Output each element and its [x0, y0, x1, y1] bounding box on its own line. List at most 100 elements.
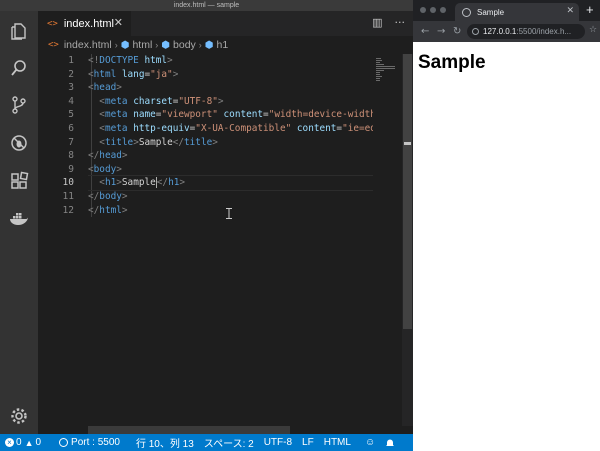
line-number: 4 — [68, 95, 74, 107]
extensions-icon[interactable] — [7, 169, 31, 193]
editor-tab-bar: <> index.html ✕ ▥ ··· — [38, 11, 413, 36]
line-number: 5 — [68, 109, 74, 121]
code-line[interactable]: <meta http-equiv="X-UA-Compatible" conte… — [88, 122, 373, 136]
encoding[interactable]: UTF-8 — [259, 434, 297, 451]
new-tab-button[interactable]: + — [586, 2, 594, 18]
end-of-line[interactable]: LF — [297, 434, 319, 451]
tab-index-html[interactable]: <> index.html ✕ — [38, 11, 131, 36]
code-token: meta — [104, 95, 128, 107]
files-icon[interactable] — [7, 19, 31, 43]
browser-viewport: Sample — [413, 42, 600, 451]
breadcrumb-item-html[interactable]: html — [132, 39, 152, 51]
docker-icon[interactable] — [7, 207, 31, 231]
close-icon[interactable]: ✕ — [566, 6, 574, 16]
element-icon: ⬢ — [161, 39, 171, 51]
line-number-gutter: 1 2 3 4 5 6 7 8 9 10 11 12 — [38, 54, 74, 217]
code-token: > — [121, 204, 128, 216]
notifications-bell-icon[interactable] — [380, 434, 400, 451]
element-icon: ⬢ — [204, 39, 214, 51]
window-minimize-button[interactable] — [430, 7, 436, 13]
code-token: head — [93, 82, 117, 94]
code-token: > — [116, 163, 122, 175]
code-token: > — [179, 177, 186, 189]
code-token: > — [167, 55, 173, 66]
code-line[interactable]: </body> — [88, 190, 373, 204]
window-close-button[interactable] — [420, 7, 426, 13]
code-line[interactable]: </head> — [88, 149, 373, 163]
minimap-line — [376, 62, 380, 63]
text-cursor-icon — [226, 208, 232, 219]
browser-tab-sample[interactable]: Sample ✕ — [455, 3, 579, 21]
code-editor[interactable]: 1 2 3 4 5 6 7 8 9 10 11 12 <!DOCTYPE html> <html lan… — [38, 54, 413, 426]
vertical-scrollbar[interactable] — [402, 54, 413, 426]
code-line[interactable]: <!DOCTYPE html> — [88, 54, 373, 68]
code-token: <! — [88, 55, 100, 66]
code-token: h1 — [168, 177, 180, 189]
line-number: 8 — [68, 150, 74, 162]
code-line[interactable]: <body> — [88, 163, 373, 177]
code-token: "X-UA-Compatible" — [195, 122, 292, 134]
code-token: > — [116, 82, 122, 94]
code-token: head — [99, 150, 122, 162]
reload-icon[interactable]: ↻ — [453, 26, 461, 38]
code-line[interactable]: <meta name="viewport" content="width=dev… — [88, 108, 373, 122]
code-token: > — [121, 150, 128, 162]
error-count: 0 — [16, 437, 22, 448]
code-token: meta — [104, 122, 128, 134]
gear-icon[interactable] — [7, 404, 31, 428]
forward-icon[interactable]: → — [437, 26, 445, 38]
code-token: "ja" — [150, 68, 173, 80]
code-line[interactable]: <html lang="ja"> — [88, 68, 373, 82]
code-token: lang — [121, 68, 145, 80]
minimap[interactable] — [374, 54, 402, 426]
code-line[interactable]: <h1>Sample</h1> — [88, 175, 373, 191]
code-token: > — [217, 95, 224, 107]
line-number: 7 — [68, 136, 74, 148]
breadcrumb-item-h1[interactable]: h1 — [217, 39, 229, 51]
window-zoom-button[interactable] — [440, 7, 446, 13]
browser-tab-title: Sample — [477, 7, 505, 17]
debug-icon[interactable] — [7, 131, 31, 155]
close-icon[interactable]: ✕ — [114, 17, 123, 29]
language-mode[interactable]: HTML — [319, 434, 356, 451]
live-server-port[interactable]: Port : 5500 — [54, 434, 125, 451]
feedback-smiley-icon[interactable]: ☺ — [360, 434, 380, 451]
breadcrumb: <> index.html › ⬢ html › ⬢ body › ⬢ h1 — [38, 36, 413, 54]
minimap-line — [376, 64, 385, 65]
cursor-position[interactable]: 行 10、列 13 — [131, 434, 199, 451]
back-icon[interactable]: ← — [421, 26, 429, 38]
scrollbar-thumb[interactable] — [403, 54, 412, 329]
code-token: "width=device-width, — [268, 109, 373, 121]
breadcrumb-item-body[interactable]: body — [173, 39, 196, 51]
code-token: title — [184, 136, 213, 148]
code-line[interactable]: <head> — [88, 81, 373, 95]
port-icon — [59, 438, 69, 447]
minimap-line — [376, 60, 382, 61]
code-line[interactable]: <title>Sample</title> — [88, 136, 373, 150]
problems-indicator[interactable]: × 0 ▲ 0 — [0, 434, 46, 451]
more-actions-icon[interactable]: ··· — [395, 16, 406, 30]
warning-count: 0 — [35, 437, 42, 448]
info-icon — [472, 28, 479, 35]
code-line[interactable]: <meta charset="UTF-8"> — [88, 95, 373, 109]
breadcrumb-item-file[interactable]: index.html — [64, 39, 112, 51]
minimap-line — [376, 72, 380, 73]
source-control-icon[interactable] — [7, 93, 31, 117]
activity-bar — [0, 11, 38, 434]
minimap-line — [376, 78, 380, 79]
tab-actions: ▥ ··· — [372, 16, 405, 30]
page-heading: Sample — [418, 52, 486, 73]
split-editor-icon[interactable]: ▥ — [372, 16, 382, 30]
horizontal-scrollbar[interactable] — [88, 426, 290, 434]
code-token: > — [212, 136, 218, 148]
bookmark-star-icon[interactable]: ☆ — [589, 25, 597, 35]
indentation[interactable]: スペース: 2 — [199, 434, 259, 451]
line-number: 12 — [62, 204, 74, 216]
minimap-line — [376, 70, 385, 71]
address-bar[interactable]: 127.0.0.1:5500/index.h... — [467, 24, 585, 39]
error-icon: × — [5, 438, 14, 447]
code-lines[interactable]: <!DOCTYPE html> <html lang="ja"> <head> <m… — [88, 54, 373, 218]
search-icon[interactable] — [7, 56, 31, 80]
